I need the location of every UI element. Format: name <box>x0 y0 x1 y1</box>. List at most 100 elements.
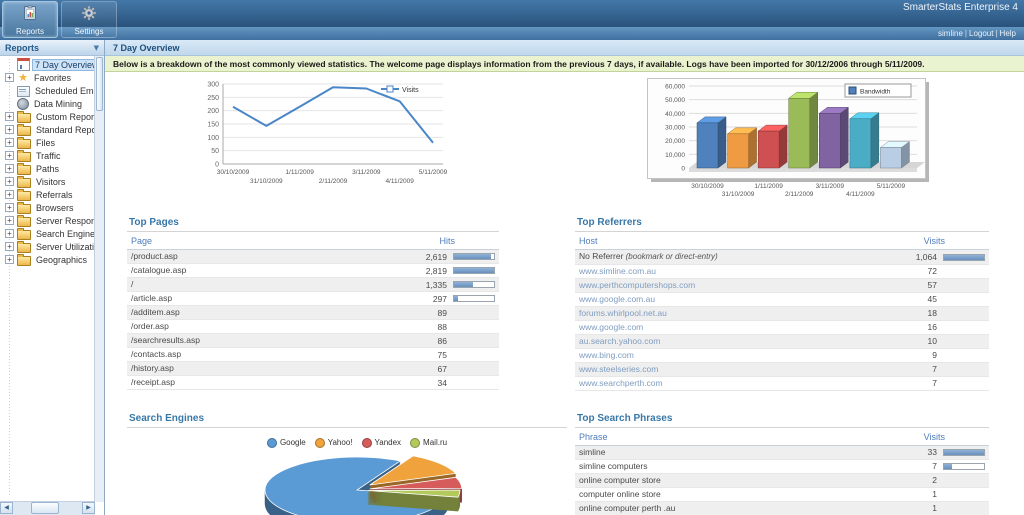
row-link[interactable]: www.google.com <box>579 322 643 332</box>
expand-icon[interactable]: + <box>5 229 14 238</box>
expand-icon[interactable]: + <box>5 203 14 212</box>
column-header-visits[interactable]: Visits <box>821 232 989 250</box>
row-label: /catalogue.asp <box>131 265 186 275</box>
tab-settings[interactable]: Settings <box>61 1 117 38</box>
sidebar-item-data-mining[interactable]: Data Mining <box>0 97 95 110</box>
sidebar-item-geographics[interactable]: + Geographics <box>0 253 95 266</box>
column-header-phrase-visits[interactable]: Visits <box>821 428 989 446</box>
legend-item-mail-ru[interactable]: Mail.ru <box>410 438 447 448</box>
row-link[interactable]: www.google.com.au <box>579 294 655 304</box>
table-row: /article.asp 297 <box>127 292 499 306</box>
row-link[interactable]: forums.whirlpool.net.au <box>579 308 667 318</box>
legend-item-yahoo[interactable]: Yahoo! <box>315 438 353 448</box>
expand-icon[interactable]: + <box>5 164 14 173</box>
svg-text:1/11/2009: 1/11/2009 <box>285 169 314 176</box>
expand-icon[interactable]: + <box>5 125 14 134</box>
sidebar-item-referrals[interactable]: +Referrals <box>0 188 95 201</box>
sidebar-item-label: Server Responses <box>34 216 95 226</box>
top-pages-table: Page Hits /product.asp2,619/catalogue.as… <box>127 232 499 390</box>
sidebar-horizontal-scrollbar[interactable]: ◀ ▶ <box>0 501 95 515</box>
sidebar-item-paths[interactable]: +Paths <box>0 162 95 175</box>
row-label: /article.asp <box>131 293 172 303</box>
sidebar-item-files[interactable]: +Files <box>0 136 95 149</box>
expand-icon[interactable]: + <box>5 151 14 160</box>
sidebar-item-scheduled-email-reports[interactable]: Scheduled Email Reports <box>0 84 95 97</box>
scroll-track[interactable] <box>13 502 82 515</box>
expand-icon[interactable]: + <box>5 138 14 147</box>
svg-text:30/10/2009: 30/10/2009 <box>691 183 724 190</box>
user-link[interactable]: simline <box>938 29 963 38</box>
legend-item-yandex[interactable]: Yandex <box>362 438 402 448</box>
sidebar-item-server-responses[interactable]: + Server Responses <box>0 214 95 227</box>
column-header-phrase[interactable]: Phrase <box>575 428 821 446</box>
horizontal-scroll-thumb[interactable] <box>31 502 59 514</box>
expand-icon[interactable]: + <box>5 190 14 199</box>
row-value: 1 <box>905 502 937 515</box>
value-bar <box>453 253 495 260</box>
column-header-hits[interactable]: Hits <box>331 232 499 250</box>
folder-icon <box>17 204 31 214</box>
table-row: www.google.com.au45 <box>575 292 989 306</box>
value-bar <box>943 449 985 456</box>
value-bar <box>943 310 985 317</box>
sidebar-item-visitors[interactable]: +Visitors <box>0 175 95 188</box>
value-bar <box>453 351 495 358</box>
row-value: 1,335 <box>415 279 447 292</box>
table-row: computer online store1 <box>575 487 989 501</box>
value-bar <box>943 380 985 387</box>
vertical-scroll-thumb[interactable] <box>96 57 103 111</box>
expand-icon[interactable]: + <box>5 255 14 264</box>
sidebar-item-server-utilization[interactable]: +Server Utilization <box>0 240 95 253</box>
row-link[interactable]: www.searchperth.com <box>579 378 663 388</box>
sidebar-item-traffic[interactable]: +Traffic <box>0 149 95 162</box>
row-value: 89 <box>415 307 447 320</box>
sidebar-item-browsers[interactable]: +Browsers <box>0 201 95 214</box>
expand-icon[interactable]: + <box>5 242 14 251</box>
logout-link[interactable]: Logout <box>969 29 993 38</box>
row-link[interactable]: www.simline.com.au <box>579 266 656 276</box>
row-link[interactable]: au.search.yahoo.com <box>579 336 660 346</box>
table-row: /product.asp2,619 <box>127 250 499 264</box>
app-title: SmarterStats Enterprise 4 <box>903 2 1018 13</box>
row-value: 9 <box>905 349 937 362</box>
sidebar-header[interactable]: Reports ▼ <box>0 40 104 56</box>
column-header-host[interactable]: Host <box>575 232 821 250</box>
legend-label: Yandex <box>375 438 402 447</box>
row-value: 7 <box>905 377 937 390</box>
sidebar-item-standard-reports[interactable]: +Standard Reports <box>0 123 95 136</box>
expand-icon[interactable]: + <box>5 216 14 225</box>
svg-text:2/11/2009: 2/11/2009 <box>319 178 348 185</box>
top-search-phrases-title: Top Search Phrases <box>575 413 989 428</box>
table-row: /1,335 <box>127 278 499 292</box>
star-icon: ★ <box>17 71 29 84</box>
sidebar-item-favorites[interactable]: +★Favorites <box>0 71 95 84</box>
row-link[interactable]: www.steelseries.com <box>579 364 658 374</box>
table-row: au.search.yahoo.com10 <box>575 334 989 348</box>
table-row: online computer perth .au1 <box>575 501 989 515</box>
scroll-left-button[interactable]: ◀ <box>0 502 13 514</box>
table-row: No Referrer (bookmark or direct-entry)1,… <box>575 250 989 265</box>
sidebar-item-search-engines[interactable]: +Search Engines <box>0 227 95 240</box>
svg-text:4/11/2009: 4/11/2009 <box>385 178 414 185</box>
column-header-page[interactable]: Page <box>127 232 331 250</box>
scroll-right-button[interactable]: ▶ <box>82 502 95 514</box>
folder-icon <box>17 243 31 253</box>
tab-reports[interactable]: Reports <box>2 1 58 38</box>
help-link[interactable]: Help <box>1000 29 1016 38</box>
svg-text:40,000: 40,000 <box>665 111 685 118</box>
sidebar-item-label: Geographics <box>34 255 89 265</box>
expand-icon[interactable]: + <box>5 112 14 121</box>
row-link[interactable]: www.perthcomputershops.com <box>579 280 695 290</box>
expand-icon[interactable]: + <box>5 177 14 186</box>
sidebar-item-custom-reports[interactable]: +Custom Reports <box>0 110 95 123</box>
expand-icon[interactable]: + <box>5 73 14 82</box>
svg-text:Visits: Visits <box>402 87 419 94</box>
row-link[interactable]: www.bing.com <box>579 350 634 360</box>
sidebar-item-7-day-overview[interactable]: 7 Day Overview <box>0 58 95 71</box>
svg-text:Bandwidth: Bandwidth <box>860 89 891 96</box>
sidebar-vertical-scrollbar[interactable] <box>94 56 104 502</box>
table-row: forums.whirlpool.net.au18 <box>575 306 989 320</box>
legend-item-google[interactable]: Google <box>267 438 306 448</box>
row-value: 297 <box>415 293 447 306</box>
collapse-arrow-icon[interactable]: ▼ <box>94 44 99 52</box>
